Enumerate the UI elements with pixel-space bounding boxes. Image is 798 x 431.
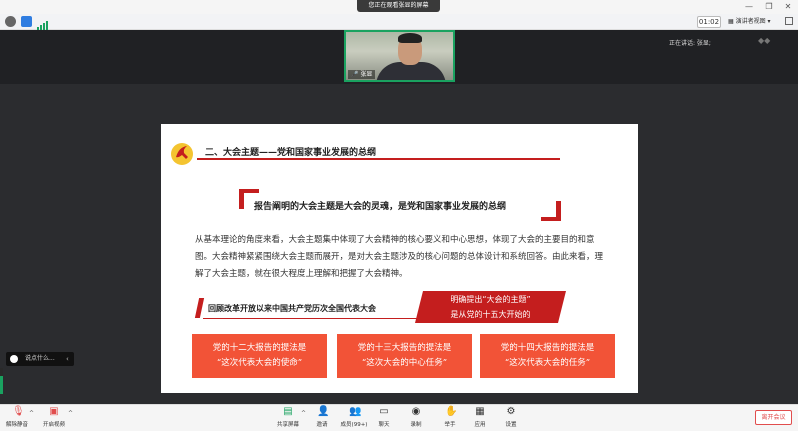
person-body [376, 62, 446, 80]
fullscreen-icon[interactable] [785, 17, 793, 25]
speaker-video-tile[interactable]: 🎤 张显 [344, 30, 455, 82]
review-bar: 回顾改革开放以来中国共产党历次全国代表大会 [194, 297, 453, 319]
report-box-14th: 党的十四大报告的提法是 “这次代表大会的任务” [480, 334, 615, 378]
settings-button[interactable]: ⚙ 设置 [491, 407, 531, 431]
window-title-bar: 您正在观看张显的屏幕 — ❐ ✕ [0, 0, 798, 14]
mic-level-meter [0, 368, 3, 394]
speaking-indicator: 正在讲话: 张显; [669, 40, 711, 47]
quote-text: 报告阐明的大会主题是大会的灵魂，是党和国家事业发展的总纲 [254, 202, 507, 212]
settings-icon: ⚙ [506, 406, 516, 417]
shield-icon[interactable] [21, 16, 32, 27]
report-box-line-1: 党的十三大报告的提法是 [357, 343, 452, 353]
screen-share-banner: 您正在观看张显的屏幕 [357, 0, 440, 12]
mic-icon: 🎙 [12, 406, 25, 417]
start-video-button[interactable]: ▣ 开启视频 [37, 407, 71, 431]
heading-underline [197, 158, 560, 160]
invite-icon: 👤 [317, 406, 330, 417]
unmute-label: 解除静音 [5, 422, 28, 428]
quote-bracket-bottom-right-h [541, 217, 561, 221]
review-marker [194, 298, 205, 318]
close-icon[interactable]: ✕ [780, 0, 796, 14]
report-box-13th: 党的十三大报告的提法是 “这次大会的中心任务” [337, 334, 472, 378]
chevron-up-icon[interactable]: ^ [68, 410, 73, 417]
report-box-line-2: “这次大会的中心任务” [361, 358, 448, 368]
share-icon: ▤ [283, 406, 293, 417]
chat-quick-input[interactable]: 说点什么... ‹ [6, 352, 74, 366]
info-icon[interactable] [5, 16, 16, 27]
report-box-line-1: 党的十四大报告的提法是 [500, 343, 595, 353]
report-box-12th: 党的十二大报告的提法是 “这次代表大会的使命” [192, 334, 327, 378]
chevron-up-icon[interactable]: ^ [29, 410, 34, 417]
video-name-label: 张显 [360, 71, 373, 78]
view-mode-button[interactable]: ▦ 演讲者视图 ▾ [728, 16, 778, 28]
report-box-line-1: 党的十二大报告的提法是 [212, 343, 307, 353]
chevron-left-icon[interactable]: ‹ [66, 352, 69, 366]
highlight-line-2: 是从党的十五大开始的 [450, 310, 531, 319]
settings-label: 设置 [505, 422, 517, 428]
app-logo-icon: ◆◆ [758, 36, 771, 45]
record-icon: ◉ [411, 406, 421, 417]
signal-icon[interactable] [37, 16, 48, 31]
report-box-line-2: “这次代表大会的任务” [504, 358, 591, 368]
members-icon: 👥 [349, 406, 362, 417]
meeting-timer: 01:02 [697, 16, 721, 28]
hand-icon: ✋ [445, 406, 458, 417]
video-name-tag: 🎤 张显 [348, 70, 376, 79]
meeting-top-toolbar: 01:02 ▦ 演讲者视图 ▾ [0, 14, 798, 31]
mic-level-fill [0, 375, 3, 394]
apps-icon: ▦ [475, 406, 485, 417]
leave-meeting-button[interactable]: 离开会议 [755, 410, 792, 425]
quote-bracket-top-left-h [239, 189, 259, 193]
emoji-icon[interactable] [10, 355, 18, 363]
chat-icon: ▭ [379, 406, 389, 417]
slide-body-text: 从基本理论的角度来看，大会主题集中体现了大会精神的核心要义和中心思想，体现了大会… [195, 235, 604, 279]
highlight-text: 明确提出“大会的主题” 是从党的十五大开始的 [419, 292, 562, 322]
minimize-icon[interactable]: — [741, 0, 757, 14]
chat-placeholder: 说点什么... [25, 355, 55, 362]
review-title: 回顾改革开放以来中国共产党历次全国代表大会 [208, 304, 376, 313]
view-mode-label: 演讲者视图 [735, 18, 766, 25]
quote-box: 报告阐明的大会主题是大会的灵魂，是党和国家事业发展的总纲 [239, 189, 561, 221]
meeting-bottom-toolbar: 🎙 解除静音 ^ ▣ 开启视频 ^ ▤ 共享屏幕 ^ 👤 邀请 👥 成员(99+… [0, 404, 798, 431]
emblem-icon [171, 143, 193, 165]
shared-slide: 二、大会主题——党和国家事业发展的总纲 报告阐明的大会主题是大会的灵魂，是党和国… [161, 124, 638, 393]
report-box-line-2: “这次代表大会的使命” [216, 358, 303, 368]
start-video-label: 开启视频 [42, 422, 65, 428]
slide-heading: 二、大会主题——党和国家事业发展的总纲 [205, 148, 377, 158]
restore-icon[interactable]: ❐ [761, 0, 777, 14]
highlight-line-1: 明确提出“大会的主题” [450, 295, 531, 304]
person-hair [398, 33, 422, 43]
camera-icon: ▣ [49, 406, 59, 417]
